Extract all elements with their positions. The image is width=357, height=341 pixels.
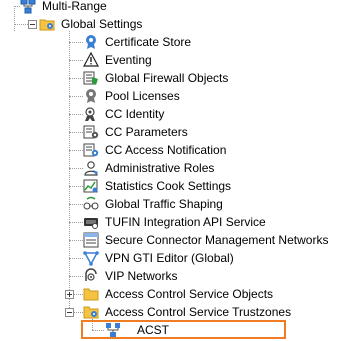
tree-node-label: Global Traffic Shaping [105,197,223,211]
tree-node-label: CC Identity [105,107,165,121]
vip-networks-icon [85,268,97,281]
config-tree: Multi-Range Global Settings Certificate … [0,0,357,341]
firewall-objects-icon [83,71,98,85]
parameters-icon [83,125,99,139]
expand-access-control-service-objects-toggle[interactable] [65,290,74,299]
statistics-icon [83,179,98,193]
tree-line [69,258,83,259]
tree-node-label: TUFIN Integration API Service [105,215,266,229]
tree-node-label: Secure Connector Management Networks [105,233,329,247]
tree-line [69,276,83,277]
tree-node-label: VPN GTI Editor (Global) [105,251,234,265]
collapse-global-settings-toggle[interactable] [28,20,37,29]
tree-line [69,60,83,61]
network-range-icon [20,0,36,14]
tree-node-label: Statistics Cook Settings [105,179,232,193]
warning-icon [83,52,99,67]
tree-line [73,294,83,295]
tree-line [69,186,83,187]
tree-node-label: Certificate Store [105,35,192,49]
certificate-icon [86,35,96,49]
tree-line [73,312,83,313]
traffic-shaping-icon [83,196,99,210]
tree-line [69,78,83,79]
vpn-gti-icon [83,251,99,266]
tree-node-label: Eventing [105,53,152,67]
tree-node-label: Pool Licenses [105,89,180,103]
tree-node-label: Global Firewall Objects [105,71,229,85]
selection-highlight-box [81,320,286,339]
tree-node-label: Global Settings [61,17,143,31]
admin-roles-icon [84,161,98,176]
access-notification-icon [83,143,99,157]
tree-node-label: Access Control Service Trustzones [105,305,292,319]
tree-node-label: VIP Networks [105,269,178,283]
settings-folder-icon [83,306,99,319]
collapse-access-control-service-trustzones-toggle[interactable] [65,308,74,317]
tree-line [69,31,70,314]
tree-node-label: CC Parameters [105,125,188,139]
tree-line [69,168,83,169]
tree-node-label: Access Control Service Objects [105,287,274,301]
tree-node-label: Administrative Roles [105,161,215,175]
tree-line [69,96,83,97]
tree-line [69,240,83,241]
settings-folder-icon [39,19,55,31]
tree-line [69,150,83,151]
tree-line [14,6,15,31]
tree-line [69,132,83,133]
identity-icon [85,107,95,121]
secure-connector-icon [83,232,99,248]
license-icon [86,89,96,103]
tree-line [69,42,83,43]
tree-line [69,222,83,223]
tree-node-label: Multi-Range [42,0,107,13]
tree-line [69,114,83,115]
api-service-icon [84,218,98,229]
tree-line [69,204,83,205]
folder-icon [83,288,99,301]
tree-node-label: CC Access Notification [105,143,227,157]
